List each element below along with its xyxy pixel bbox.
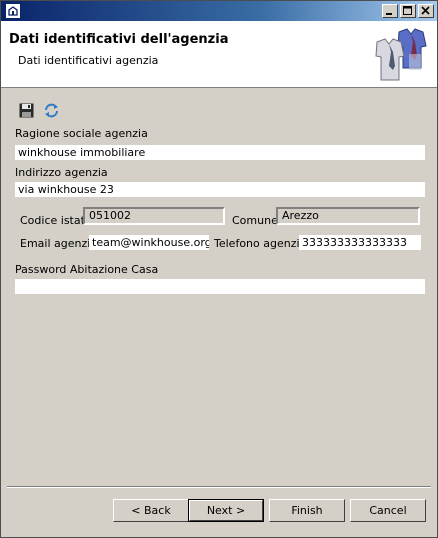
ragione-field[interactable]: winkhouse immobiliare xyxy=(15,145,425,160)
close-icon[interactable] xyxy=(418,4,434,18)
password-field[interactable] xyxy=(15,279,425,294)
title-bar[interactable] xyxy=(1,1,437,21)
wizard-window: Dati identificativi dell'agenzia Dati id… xyxy=(0,0,438,538)
banner-title: Dati identificativi dell'agenzia xyxy=(9,32,229,47)
minimize-icon[interactable] xyxy=(382,4,398,18)
email-label: Email agenzia xyxy=(20,237,98,250)
app-icon xyxy=(5,3,21,19)
ragione-label: Ragione sociale agenzia xyxy=(15,127,148,140)
shirts-image xyxy=(375,28,427,81)
istat-label: Codice istat xyxy=(20,214,85,227)
banner-subtitle: Dati identificativi agenzia xyxy=(18,54,159,67)
footer-separator xyxy=(7,486,431,488)
indirizzo-label: Indirizzo agenzia xyxy=(15,166,108,179)
comune-label: Comune xyxy=(232,214,278,227)
save-icon[interactable] xyxy=(18,102,35,119)
comune-field: Arezzo xyxy=(276,207,420,225)
indirizzo-field[interactable]: via winkhouse 23 xyxy=(15,182,425,197)
finish-button[interactable]: Finish xyxy=(269,499,345,522)
telefono-label: Telefono agenzia xyxy=(214,237,307,250)
wizard-banner: Dati identificativi dell'agenzia Dati id… xyxy=(1,21,437,88)
cancel-button[interactable]: Cancel xyxy=(350,499,426,522)
password-label: Password Abitazione Casa xyxy=(15,263,159,276)
refresh-icon[interactable] xyxy=(43,102,60,119)
maximize-icon[interactable] xyxy=(400,4,416,18)
telefono-field[interactable]: 333333333333333 xyxy=(299,235,421,250)
istat-field: 051002 xyxy=(83,207,225,225)
back-button[interactable]: < Back xyxy=(113,499,189,522)
next-button[interactable]: Next > xyxy=(188,499,264,522)
email-field[interactable]: team@winkhouse.org xyxy=(89,235,209,250)
